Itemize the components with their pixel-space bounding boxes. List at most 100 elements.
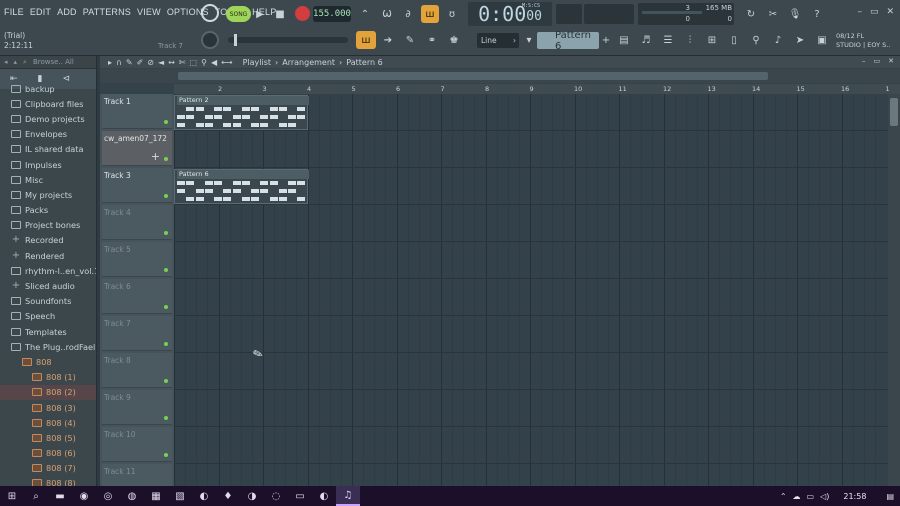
step-edit-button[interactable]: ш [421,5,439,23]
playlist-menu-icon[interactable]: ▸ [108,58,112,67]
discord-icon[interactable]: ◍ [120,486,144,506]
pattern-clip[interactable]: Pattern 2 [174,95,309,130]
browser-item[interactable]: Misc [0,172,96,187]
playlist-vertical-scrollbar[interactable] [888,94,900,486]
breadcrumb-arrangement[interactable]: Arrangement [282,58,335,67]
minimize-icon[interactable]: – [857,7,862,17]
song-mode-toggle[interactable]: SONG [226,6,251,22]
arrow-icon[interactable]: ➔ [378,31,398,49]
browser-item[interactable]: + Sliced audio [0,278,96,293]
stamp-icon[interactable]: ♚ [444,31,464,49]
restore-icon[interactable]: ▭ [870,7,879,17]
track-mute-led[interactable] [164,416,168,420]
clock[interactable]: 21:58 [843,492,866,501]
slice-tool-icon[interactable]: ✄ [179,58,186,67]
obs-icon[interactable]: ◌ [264,486,288,506]
metronome-button[interactable]: ⌃ [356,5,374,23]
track-mute-led[interactable] [164,342,168,346]
track-mute-led[interactable] [164,120,168,124]
plugin-picker-icon[interactable]: ⊞ [702,31,722,49]
browser-item[interactable]: 808 (6) [0,446,96,461]
browser-item[interactable]: Speech [0,309,96,324]
tray-expand-icon[interactable]: ⌃ [780,492,787,501]
app-icon[interactable]: ◎ [96,486,120,506]
playlist-restore-icon[interactable]: ▭ [874,57,881,65]
magnet-icon[interactable]: ∩ [116,58,122,67]
browser-item[interactable]: Soundfonts [0,294,96,309]
browser-item[interactable]: Impulses [0,157,96,172]
vscroll-thumb[interactable] [890,98,898,126]
select-tool-icon[interactable]: ⬚ [190,58,198,67]
menu-edit[interactable]: EDIT [30,7,51,17]
snap-selector[interactable]: Line › [477,33,519,48]
volume-icon[interactable]: ◁) [820,492,829,501]
news-panel[interactable]: 08/12 FL STUDIO | EOY S.. [836,32,890,50]
pattern-prev-icon[interactable]: ▾ [524,33,534,48]
delete-tool-icon[interactable]: ⊘ [147,58,154,67]
wait-for-input-button[interactable]: Ѡ [378,5,396,23]
plugin-icon[interactable]: ⚲ [746,31,766,49]
browser-item[interactable]: Envelopes [0,127,96,142]
link-icon[interactable]: ⚭ [422,31,442,49]
paint-tool-icon[interactable]: ✐ [137,58,144,67]
browser-link-icon[interactable]: ⊲ [63,74,71,84]
pattern-add-icon[interactable]: + [601,33,611,48]
browser-item[interactable]: 808 (5) [0,430,96,445]
playlist-minimize-icon[interactable]: – [862,57,866,65]
pattern-selector[interactable]: Pattern 6 [537,30,599,52]
menu-view[interactable]: VIEW [137,7,161,17]
browser-item[interactable]: My projects [0,187,96,202]
browser-item[interactable]: 808 (8) [0,476,96,486]
browser-up-icon[interactable]: ▴ [14,58,18,66]
drop-icon[interactable]: ♦ [216,486,240,506]
loop-record-button[interactable]: ʊ [443,5,461,23]
breadcrumb-pattern[interactable]: Pattern 6 [346,58,382,67]
track-header[interactable]: Track 7 [102,316,172,351]
playback-tool-icon[interactable]: ◀ [211,58,217,67]
countdown-button[interactable]: ∂ [399,5,417,23]
record-button[interactable] [295,6,310,21]
media-icon[interactable]: ◑ [240,486,264,506]
browser-item[interactable]: + Rendered [0,248,96,263]
browser-title[interactable]: Browse.. All [33,58,74,66]
draw-tool-icon[interactable]: ✎ [126,58,133,67]
track-header[interactable]: Track 3 [102,168,172,203]
breadcrumb-playlist[interactable]: Playlist [243,58,271,67]
scroll-thumb[interactable] [178,72,768,80]
track-mute-led[interactable] [164,194,168,198]
send-icon[interactable]: ➤ [790,31,810,49]
chrome-2-icon[interactable]: ◐ [312,486,336,506]
master-volume-knob[interactable] [201,4,219,22]
folder-icon[interactable]: ▭ [288,486,312,506]
master-pitch-knob[interactable] [201,31,219,49]
browser-item[interactable]: IL shared data [0,142,96,157]
touch-controller-icon[interactable]: ♪ [768,31,788,49]
channel-rack-icon[interactable]: ☰ [658,31,678,49]
photos-icon[interactable]: ▧ [168,486,192,506]
browser-item[interactable]: Project bones [0,218,96,233]
browser-item[interactable]: Clipboard files [0,96,96,111]
track-header[interactable]: cw_amen07_172 + [102,131,172,166]
microphone-icon[interactable]: 🎙 [786,5,804,23]
piano-roll-icon[interactable]: ♬ [636,31,656,49]
shop-icon[interactable]: ▣ [812,31,832,49]
slip-tool-icon[interactable]: ↔ [168,58,175,67]
mixer-icon[interactable]: ⫶ [680,31,700,49]
track-header[interactable]: Track 6 [102,279,172,314]
playlist-horizontal-scrollbar[interactable] [100,69,900,83]
track-mute-led[interactable] [164,231,168,235]
network-icon[interactable]: ▭ [807,492,815,501]
track-mute-led[interactable] [164,453,168,457]
start-icon[interactable]: ⊞ [0,486,24,506]
browser-item[interactable]: rhythm-l..en_vol.1 [0,263,96,278]
browser-item[interactable]: 808 (1) [0,370,96,385]
track-add-icon[interactable]: + [151,150,160,163]
chrome-icon[interactable]: ◐ [192,486,216,506]
browser-file-icon[interactable]: ▮ [38,74,43,84]
browser-search-icon[interactable]: ⌕ [23,58,27,67]
track-header[interactable]: Track 4 [102,205,172,240]
close-icon[interactable]: ✕ [886,7,894,17]
help-icon[interactable]: ? [808,5,826,23]
mute-tool-icon[interactable]: ◄ [158,58,164,67]
search-icon[interactable]: ⌕ [24,486,48,506]
